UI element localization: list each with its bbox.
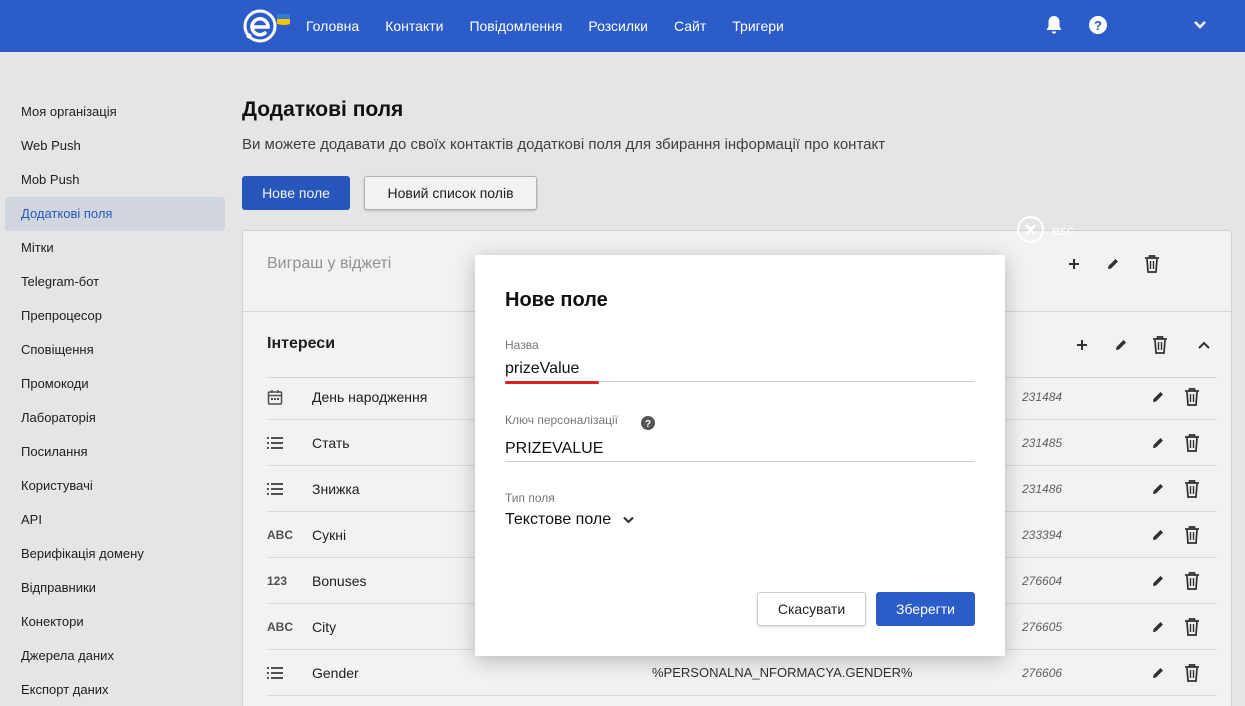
annotation-underline <box>505 381 599 384</box>
new-field-dialog: Нове поле Назва Ключ персоналізації ? Ти… <box>475 255 1005 656</box>
top-navbar: Головна Контакти Повідомлення Розсилки С… <box>0 0 1245 52</box>
field-type-label: Тип поля <box>505 491 555 505</box>
chevron-down-icon[interactable] <box>1189 14 1211 36</box>
close-modal-button[interactable]: esc <box>1017 216 1074 243</box>
esc-label: esc <box>1052 221 1074 238</box>
save-button[interactable]: Зберегти <box>876 592 975 626</box>
close-icon <box>1017 216 1044 243</box>
main-nav: Головна Контакти Повідомлення Розсилки С… <box>306 0 810 52</box>
personalization-key-input[interactable] <box>505 436 975 462</box>
help-icon[interactable]: ? <box>1087 14 1109 36</box>
field-type-value: Текстове поле <box>505 511 612 528</box>
help-icon[interactable]: ? <box>641 416 655 430</box>
name-label: Назва <box>505 338 539 352</box>
personalization-key-label: Ключ персоналізації <box>505 413 618 427</box>
field-type-select[interactable]: Текстове поле <box>505 511 634 529</box>
svg-text:?: ? <box>645 419 651 430</box>
nav-item-home[interactable]: Головна <box>306 18 359 34</box>
nav-item-messages[interactable]: Повідомлення <box>469 18 562 34</box>
name-input[interactable] <box>505 356 975 382</box>
nav-item-site[interactable]: Сайт <box>674 18 706 34</box>
nav-item-contacts[interactable]: Контакти <box>385 18 443 34</box>
nav-item-triggers[interactable]: Тригери <box>732 18 784 34</box>
bell-icon[interactable] <box>1043 14 1065 36</box>
dialog-title: Нове поле <box>505 289 608 311</box>
cancel-button[interactable]: Скасувати <box>757 592 866 626</box>
chevron-down-icon <box>623 511 634 529</box>
svg-text:?: ? <box>1094 18 1102 33</box>
nav-item-campaigns[interactable]: Розсилки <box>588 18 648 34</box>
logo[interactable] <box>243 8 293 44</box>
